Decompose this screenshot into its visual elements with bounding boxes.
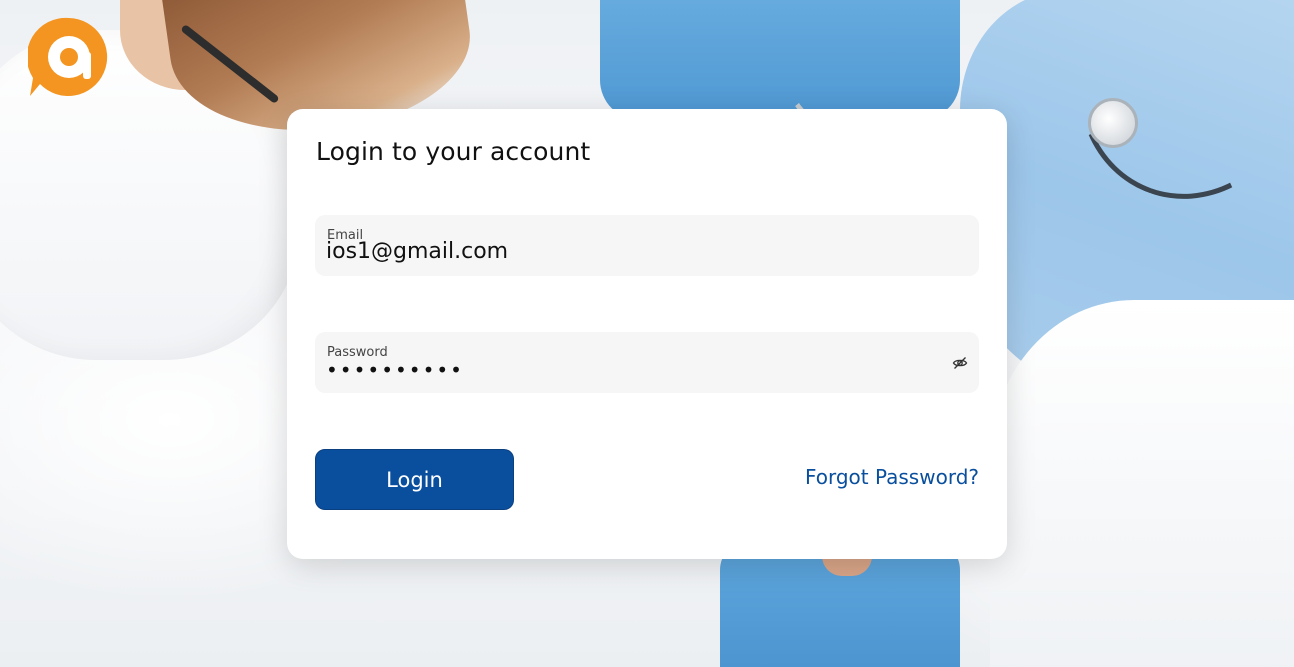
password-field[interactable]: Password [315, 332, 979, 393]
login-button[interactable]: Login [315, 449, 514, 510]
login-title: Login to your account [316, 137, 591, 166]
forgot-password-link[interactable]: Forgot Password? [805, 465, 979, 489]
login-screen: Login to your account Email Password Log… [0, 0, 1294, 667]
login-card: Login to your account Email Password Log… [287, 109, 1007, 559]
email-input[interactable] [326, 239, 926, 264]
email-field[interactable]: Email [315, 215, 979, 276]
eye-off-icon[interactable] [949, 352, 971, 374]
password-input[interactable] [326, 358, 926, 382]
brand-logo-icon [26, 16, 110, 98]
